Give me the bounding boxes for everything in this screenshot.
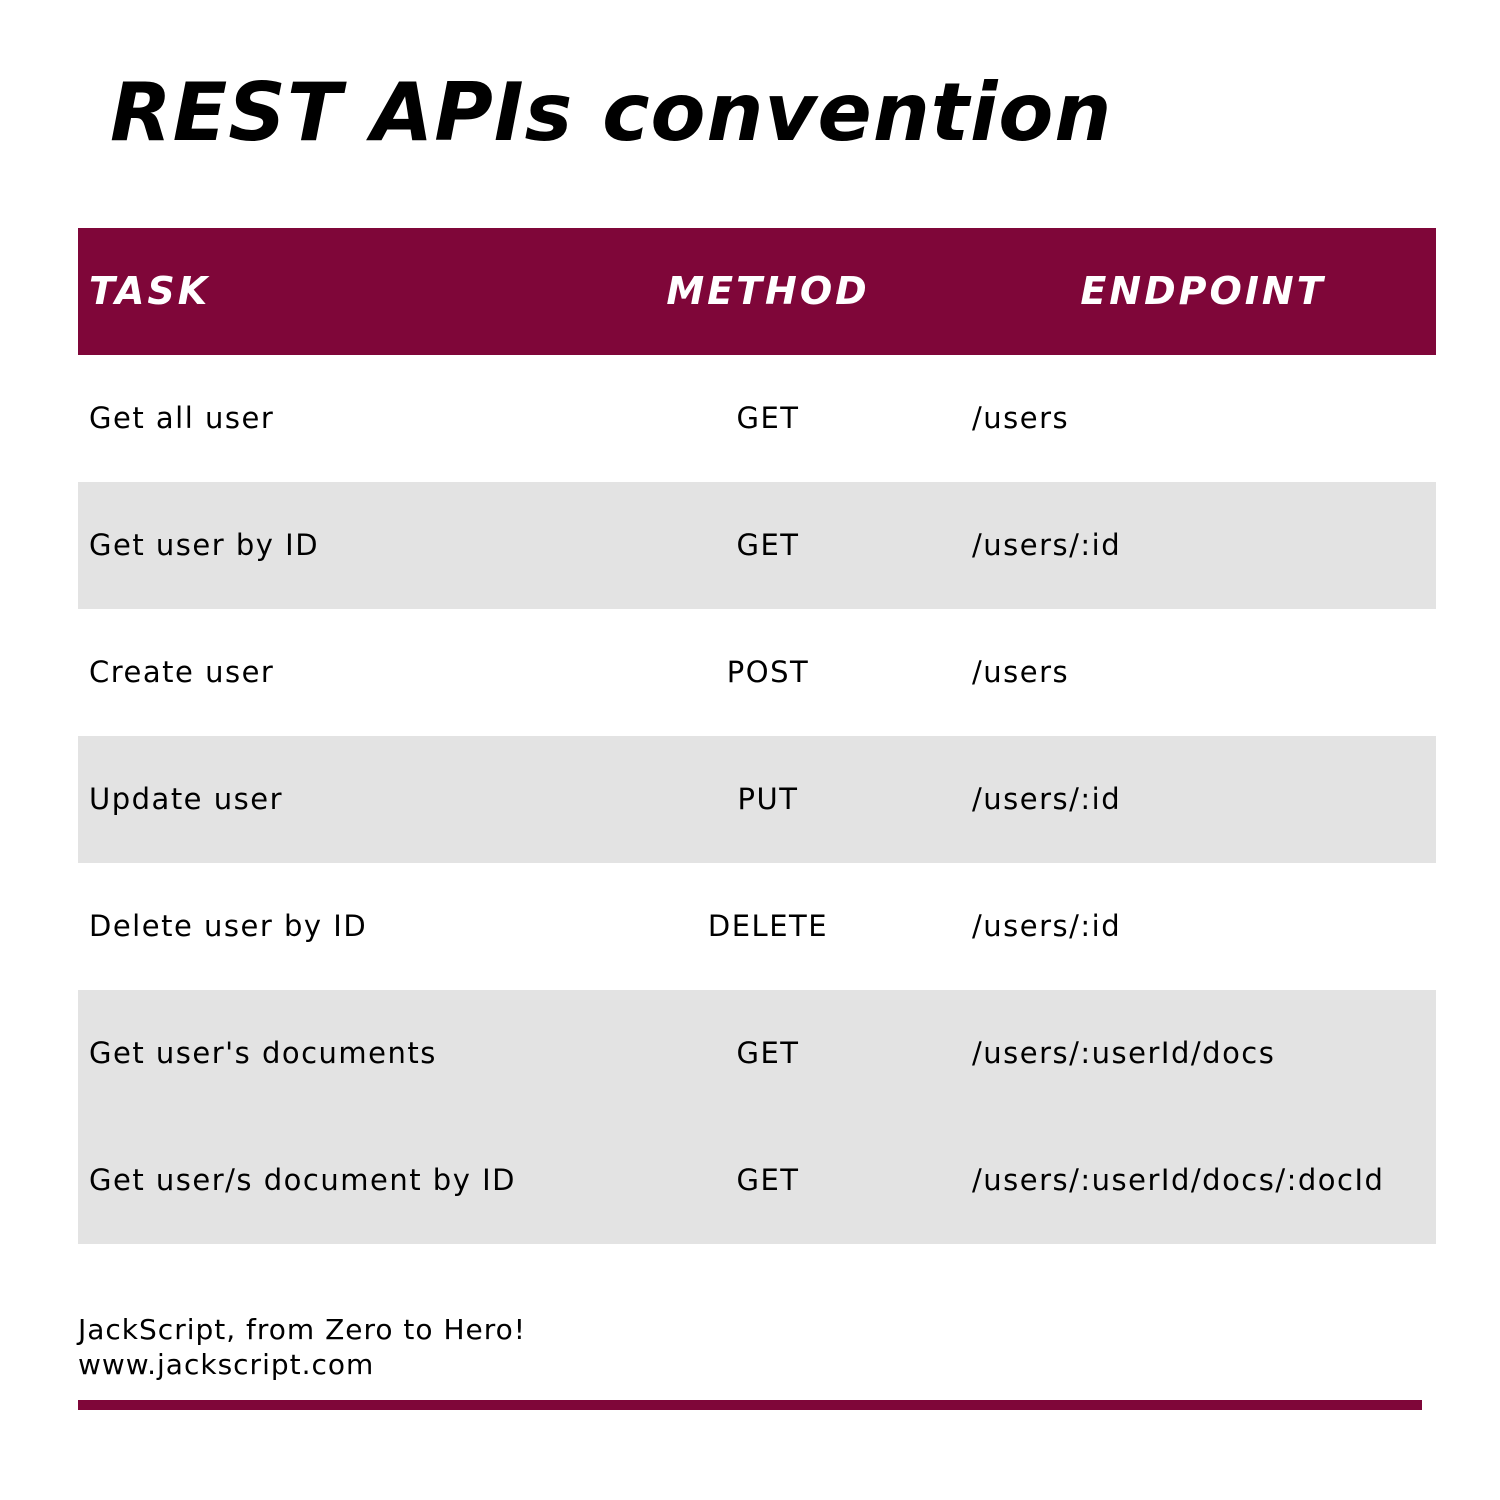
footer-website: www.jackscript.com — [78, 1348, 375, 1381]
table-row: Get user/s document by ID GET/users/:user… — [78, 1117, 1436, 1244]
endpoint-cell: /users/:id — [972, 782, 1122, 816]
table-body: Get all user GET/users Get user by ID GET/u… — [78, 355, 1436, 1244]
endpoint-cell: /users/:userId/docs/:docId — [972, 1163, 1385, 1197]
task-cell: Get user/s document by ID — [89, 1163, 516, 1197]
table-row: Create user POST/users — [78, 609, 1436, 736]
method-cell: POST — [726, 655, 810, 689]
method-cell: PUT — [737, 782, 799, 816]
endpoint-cell: /users/:id — [972, 909, 1122, 943]
footer: JackScript, from Zero to Hero! www.jacks… — [78, 1312, 526, 1382]
endpoint-cell: /users/:id — [972, 528, 1122, 562]
method-cell: GET — [736, 1036, 800, 1070]
task-cell: Get all user — [89, 401, 275, 435]
method-cell: DELETE — [707, 909, 829, 943]
header-method: METHOD — [666, 269, 870, 313]
endpoint-cell: /users — [972, 655, 1070, 689]
footer-tagline: JackScript, from Zero to Hero! — [78, 1313, 526, 1346]
task-cell: Update user — [89, 782, 283, 816]
method-cell: GET — [736, 1163, 800, 1197]
method-cell: GET — [736, 528, 800, 562]
endpoint-cell: /users/:userId/docs — [972, 1036, 1276, 1070]
table-row: Delete user by ID DELETE/users/:id — [78, 863, 1436, 990]
endpoint-cell: /users — [972, 401, 1070, 435]
method-cell: GET — [736, 401, 800, 435]
table-row: Get user by ID GET/users/:id — [78, 482, 1436, 609]
bottom-divider — [78, 1400, 1422, 1410]
header-endpoint: ENDPOINT — [1080, 269, 1326, 313]
table-header: TASK METHOD ENDPOINT — [78, 228, 1436, 355]
table-row: Get user's documents GET/users/:userId/do… — [78, 990, 1436, 1117]
api-convention-table: TASK METHOD ENDPOINT Get all user GET/use… — [78, 228, 1436, 1244]
task-cell: Get user by ID — [89, 528, 320, 562]
page-title: REST APIs convention — [110, 66, 1113, 159]
table-row: Get all user GET/users — [78, 355, 1436, 482]
task-cell: Get user's documents — [89, 1036, 437, 1070]
task-cell: Delete user by ID — [89, 909, 368, 943]
header-task: TASK — [89, 269, 211, 313]
table-row: Update user PUT/users/:id — [78, 736, 1436, 863]
task-cell: Create user — [89, 655, 275, 689]
